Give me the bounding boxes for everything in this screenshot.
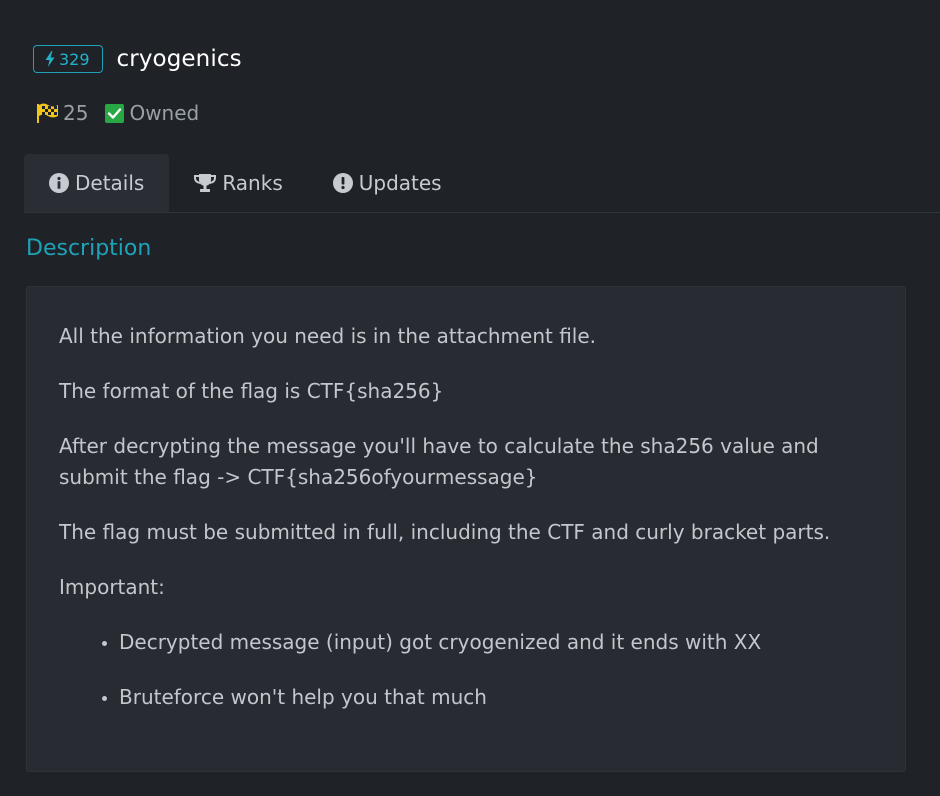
description-card: All the information you need is in the a… xyxy=(26,286,906,772)
description-paragraph: After decrypting the message you'll have… xyxy=(59,434,819,489)
challenge-meta: 25 Owned xyxy=(36,101,199,125)
description-paragraph: All the information you need is in the a… xyxy=(59,324,597,348)
owned-label: Owned xyxy=(129,101,200,125)
exclamation-circle-icon xyxy=(332,173,353,193)
solves-count: 25 xyxy=(36,101,88,125)
list-item: Bruteforce won't help you that much xyxy=(119,682,879,713)
tab-ranks[interactable]: Ranks xyxy=(169,154,307,212)
points-value: 329 xyxy=(59,49,90,69)
description-paragraph: The flag must be submitted in full, incl… xyxy=(59,520,831,544)
bolt-icon xyxy=(45,51,55,67)
checkbox-checked-icon xyxy=(105,103,125,123)
tab-ranks-label: Ranks xyxy=(222,171,283,195)
description-body: All the information you need is in the a… xyxy=(59,321,879,737)
tab-updates[interactable]: Updates xyxy=(308,154,467,212)
list-item: Decrypted message (input) got cryogenize… xyxy=(119,627,879,658)
points-badge: 329 xyxy=(33,45,103,73)
challenge-title: cryogenics xyxy=(116,46,242,72)
challenge-tabs: Details Ranks Updates xyxy=(24,154,940,213)
description-bullet-list: Decrypted message (input) got cryogenize… xyxy=(59,627,879,713)
description-paragraph: Important: xyxy=(59,575,165,599)
tab-details-label: Details xyxy=(75,171,145,195)
description-paragraph: The format of the flag is CTF{sha256} xyxy=(59,379,444,403)
challenge-header: 329 cryogenics xyxy=(33,45,242,73)
owned-status: Owned xyxy=(105,101,199,125)
info-circle-icon xyxy=(49,173,69,193)
checkered-flag-icon xyxy=(37,103,58,123)
tab-details[interactable]: Details xyxy=(24,154,170,212)
tab-updates-label: Updates xyxy=(358,171,442,195)
section-title: Description xyxy=(26,236,152,261)
trophy-icon xyxy=(194,174,217,192)
solves-value: 25 xyxy=(63,101,89,125)
